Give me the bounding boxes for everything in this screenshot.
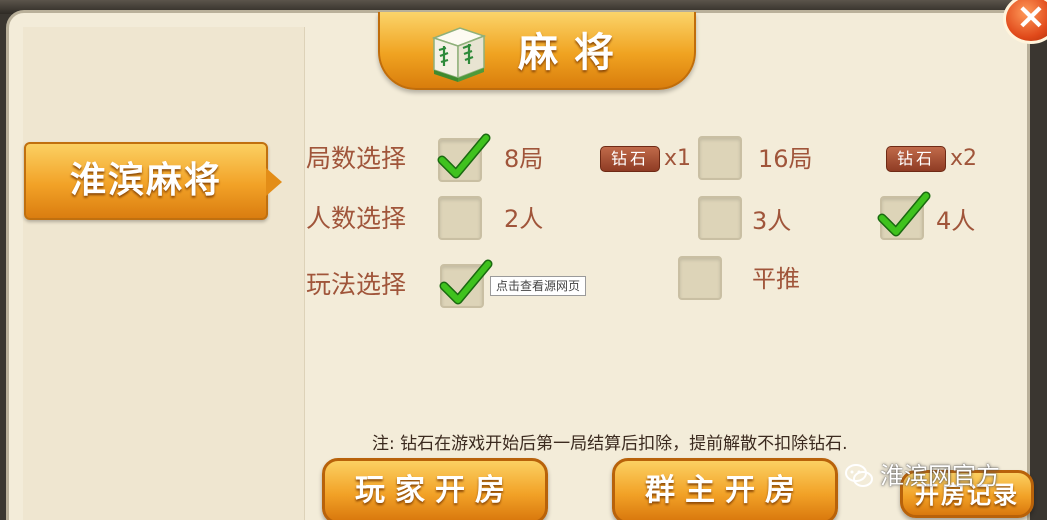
check-icon xyxy=(877,191,931,237)
sidebar-item-label: 淮滨麻将 xyxy=(69,160,222,201)
mahjong-tile-icon xyxy=(431,27,487,82)
players-4-label: 4人 xyxy=(936,207,976,235)
player-room-button[interactable]: 玩家开房 xyxy=(322,458,548,520)
close-icon: × xyxy=(1015,0,1047,37)
rounds-label: 局数选择 xyxy=(306,144,407,173)
diamond-cost-multiplier: x2 xyxy=(950,146,978,171)
diamond-cost-multiplier: x1 xyxy=(664,146,692,171)
rounds-16-checkbox[interactable] xyxy=(698,136,742,180)
players-3-checkbox[interactable] xyxy=(698,196,742,240)
rules-pingtui-checkbox[interactable] xyxy=(678,256,722,300)
rounds-16-label: 16局 xyxy=(758,145,813,173)
game-list-panel xyxy=(23,27,305,520)
rules-pingtui-label: 平推 xyxy=(752,265,800,293)
rounds-8-label: 8局 xyxy=(504,145,544,173)
tab-pointer-arrow xyxy=(266,168,282,196)
page-title: 麻将 xyxy=(518,30,630,76)
watermark-text: 淮滨网官方 xyxy=(880,462,1000,490)
diamond-cost-badge: 钻石 xyxy=(600,146,660,172)
wechat-icon xyxy=(845,464,873,487)
check-icon xyxy=(437,133,491,179)
players-2-checkbox[interactable] xyxy=(438,196,482,240)
diamond-deduction-note: 注: 钻石在游戏开始后第一局结算后扣除，提前解散不扣除钻石. xyxy=(372,434,848,454)
group-room-button[interactable]: 群主开房 xyxy=(612,458,838,520)
check-icon xyxy=(439,259,493,305)
players-2-label: 2人 xyxy=(504,205,544,233)
diamond-cost-badge: 钻石 xyxy=(886,146,946,172)
players-label: 人数选择 xyxy=(306,204,407,233)
rules-label: 玩法选择 xyxy=(306,270,407,299)
players-3-label: 3人 xyxy=(752,207,792,235)
view-source-tooltip[interactable]: 点击查看源网页 xyxy=(490,276,586,296)
